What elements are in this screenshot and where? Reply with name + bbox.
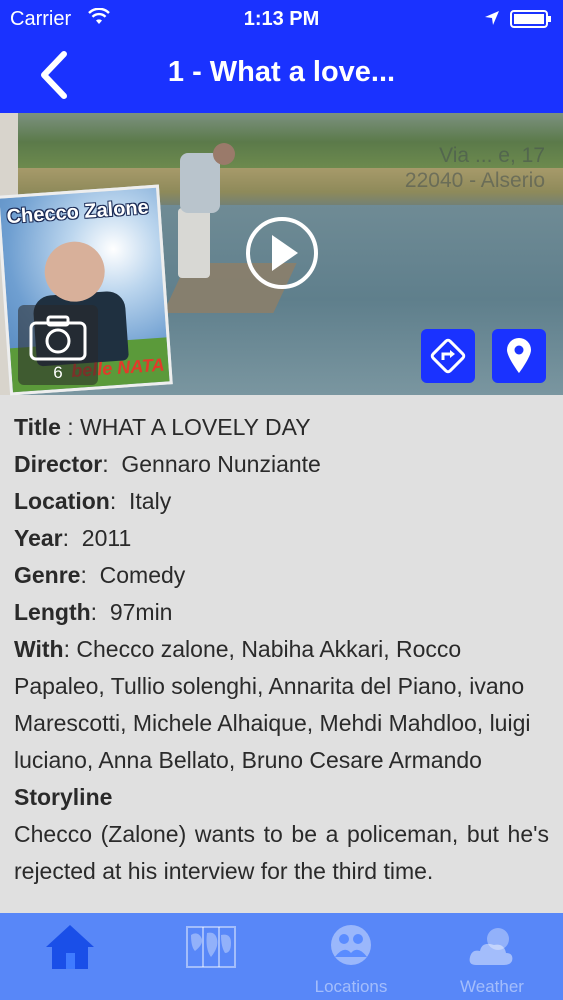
detail-storyline-heading: Storyline bbox=[14, 779, 549, 816]
show-on-map-button[interactable] bbox=[492, 329, 546, 383]
status-bar: Carrier 1:13 PM bbox=[0, 0, 563, 38]
tab-locations[interactable]: Locations bbox=[281, 913, 421, 1000]
address-overlay: Via ... e, 17 22040 - Alserio bbox=[405, 143, 545, 193]
detail-genre-value: Comedy bbox=[99, 562, 186, 588]
directions-button[interactable] bbox=[421, 329, 475, 383]
detail-director-label: Director bbox=[14, 451, 103, 477]
detail-title-label: Title bbox=[14, 414, 61, 440]
detail-length-label: Length bbox=[14, 599, 91, 625]
world-map-icon bbox=[186, 926, 236, 968]
home-icon bbox=[46, 925, 94, 969]
detail-title: Title : WHAT A LOVELY DAY bbox=[14, 409, 549, 446]
scene-person-head bbox=[213, 143, 235, 165]
status-time: 1:13 PM bbox=[243, 8, 320, 30]
location-arrow-icon bbox=[485, 11, 499, 25]
camera-icon bbox=[29, 315, 87, 361]
battery-icon bbox=[510, 10, 551, 28]
play-video-button[interactable] bbox=[246, 217, 318, 289]
detail-location: Location: Italy bbox=[14, 488, 172, 514]
directions-icon bbox=[430, 338, 466, 374]
weather-icon bbox=[469, 928, 513, 965]
map-pin-icon bbox=[507, 338, 531, 373]
tab-home[interactable] bbox=[0, 913, 140, 1000]
scene-person-legs bbox=[178, 208, 210, 278]
address-line-2: 22040 - Alserio bbox=[404, 169, 545, 192]
detail-cast-label: With bbox=[14, 636, 64, 662]
photo-count: 6 bbox=[53, 363, 63, 382]
detail-director-value: Gennaro Nunziante bbox=[121, 451, 321, 477]
tab-weather-label: Weather bbox=[460, 977, 524, 996]
detail-genre: Genre: Comedy bbox=[14, 562, 186, 588]
tab-bar: Locations Weather bbox=[0, 913, 563, 1000]
detail-genre-label: Genre bbox=[14, 562, 81, 588]
back-button[interactable] bbox=[28, 48, 80, 102]
storyline-heading: Storyline bbox=[14, 784, 113, 810]
page-title: 1 - What a love... bbox=[167, 56, 396, 88]
address-line-1: Via ... e, 17 bbox=[439, 144, 545, 167]
detail-year: Year: 2011 bbox=[14, 525, 132, 551]
detail-title-separator: : bbox=[60, 414, 81, 440]
detail-title-value: WHAT A LOVELY DAY bbox=[80, 414, 311, 440]
detail-year-value: 2011 bbox=[81, 525, 132, 551]
tab-locations-label: Locations bbox=[314, 977, 388, 996]
detail-location-label: Location bbox=[14, 488, 110, 514]
detail-location-value: Italy bbox=[129, 488, 172, 514]
detail-cast: With: Checco zalone, Nabiha Akkari, Rocc… bbox=[14, 636, 531, 773]
nav-bar: 1 - What a love... bbox=[0, 38, 563, 113]
storyline-text: Checco (Zalone) wants to be a policeman,… bbox=[14, 821, 549, 884]
detail-year-label: Year bbox=[14, 525, 63, 551]
chevron-left-icon bbox=[41, 51, 67, 99]
photo-gallery-button[interactable]: 6 bbox=[18, 305, 98, 385]
locations-icon bbox=[331, 925, 371, 965]
detail-cast-value: Checco zalone, Nabiha Akkari, Rocco Papa… bbox=[14, 636, 531, 773]
play-icon bbox=[272, 235, 298, 271]
scene-person bbox=[180, 153, 220, 213]
detail-length-value: 97min bbox=[109, 599, 173, 625]
movie-details: Title : WHAT A LOVELY DAY Director: Genn… bbox=[0, 395, 563, 920]
tab-map[interactable] bbox=[141, 913, 281, 1000]
header: Carrier 1:13 PM 1 - What a love... bbox=[0, 0, 563, 113]
detail-length: Length: 97min bbox=[14, 599, 173, 625]
detail-director: Director: Gennaro Nunziante bbox=[14, 451, 321, 477]
tab-weather[interactable]: Weather bbox=[422, 913, 562, 1000]
